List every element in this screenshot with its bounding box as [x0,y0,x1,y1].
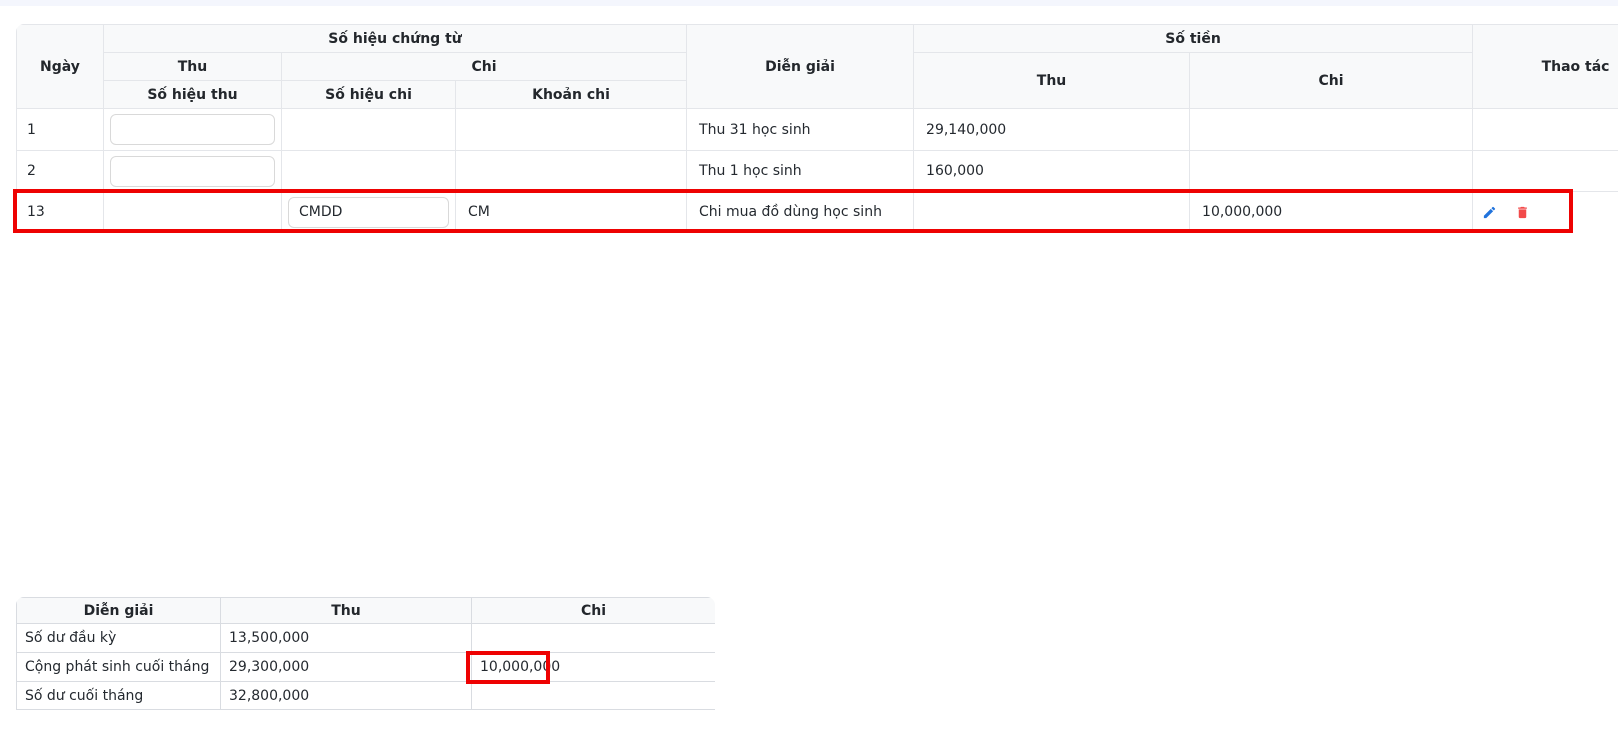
summary-row-closing-balance: Số dư cuối tháng 32,800,000 [17,682,716,710]
summary-chi-value [472,682,716,710]
summary-row-month-total: Cộng phát sinh cuối tháng 29,300,000 10,… [17,653,716,682]
cell-ngay: 2 [17,151,104,192]
so-hieu-thu-input-row1[interactable] [110,114,275,145]
cell-so-hieu-thu [104,192,282,233]
col-header-dien-giai: Diễn giải [687,25,914,109]
cell-khoan-chi [456,109,687,151]
summary-table: Diễn giải Thu Chi Số dư đầu kỳ 13,500,00… [16,597,715,710]
summary-chi-value [472,624,716,653]
cell-dien-giai: Thu 31 học sinh [687,109,914,151]
cell-so-hieu-thu [104,151,282,192]
cell-so-hieu-thu [104,109,282,151]
col-header-so-hieu-chi: Số hiệu chi [282,81,456,109]
cell-chi: 10,000,000 [1190,192,1473,233]
col-header-so-tien-chi: Chi [1190,53,1473,109]
cell-so-hieu-chi [282,109,456,151]
cell-thao-tac [1473,151,1618,192]
col-header-so-tien: Số tiền [914,25,1473,53]
ledger-table: Ngày Số hiệu chứng từ Diễn giải Số tiền … [16,24,1618,232]
cell-khoan-chi: CM [456,192,687,233]
so-hieu-thu-input-row2[interactable] [110,156,275,187]
cell-khoan-chi [456,151,687,192]
col-header-so-hieu-chung-tu: Số hiệu chứng từ [104,25,687,53]
so-hieu-chi-input-row13[interactable] [288,197,449,228]
col-header-so-hieu-thu: Số hiệu thu [104,81,282,109]
cell-thu: 160,000 [914,151,1190,192]
cell-chi [1190,109,1473,151]
col-header-chi-group: Chi [282,53,687,81]
cell-thu: 29,140,000 [914,109,1190,151]
col-header-thu-group: Thu [104,53,282,81]
summary-label: Số dư đầu kỳ [17,624,221,653]
summary-row-opening-balance: Số dư đầu kỳ 13,500,000 [17,624,716,653]
summary-header-dien-giai: Diễn giải [17,598,221,624]
cell-thao-tac [1473,192,1618,233]
summary-header-chi: Chi [472,598,716,624]
cell-thao-tac [1473,109,1618,151]
cell-dien-giai: Thu 1 học sinh [687,151,914,192]
summary-chi-value: 10,000,000 [472,653,716,682]
delete-button[interactable] [1514,204,1530,220]
pencil-icon [1482,205,1497,220]
cell-ngay: 13 [17,192,104,233]
trash-icon [1515,205,1530,220]
table-row: 2 Thu 1 học sinh 160,000 [17,151,1618,192]
summary-label: Cộng phát sinh cuối tháng [17,653,221,682]
cell-ngay: 1 [17,109,104,151]
edit-button[interactable] [1481,204,1497,220]
col-header-ngay: Ngày [17,25,104,109]
cell-so-hieu-chi [282,192,456,233]
col-header-thao-tac: Thao tác [1473,25,1618,109]
col-header-khoan-chi: Khoản chi [456,81,687,109]
table-row: 1 Thu 31 học sinh 29,140,000 [17,109,1618,151]
table-row-highlighted: 13 CM Chi mua đồ dùng học sinh 10,000,00… [17,192,1618,233]
summary-thu-value: 13,500,000 [221,624,472,653]
cell-chi [1190,151,1473,192]
summary-thu-value: 32,800,000 [221,682,472,710]
cell-dien-giai: Chi mua đồ dùng học sinh [687,192,914,233]
col-header-so-tien-thu: Thu [914,53,1190,109]
summary-thu-value: 29,300,000 [221,653,472,682]
cell-thu [914,192,1190,233]
cell-so-hieu-chi [282,151,456,192]
top-page-bar [0,0,1618,6]
summary-label: Số dư cuối tháng [17,682,221,710]
summary-header-thu: Thu [221,598,472,624]
